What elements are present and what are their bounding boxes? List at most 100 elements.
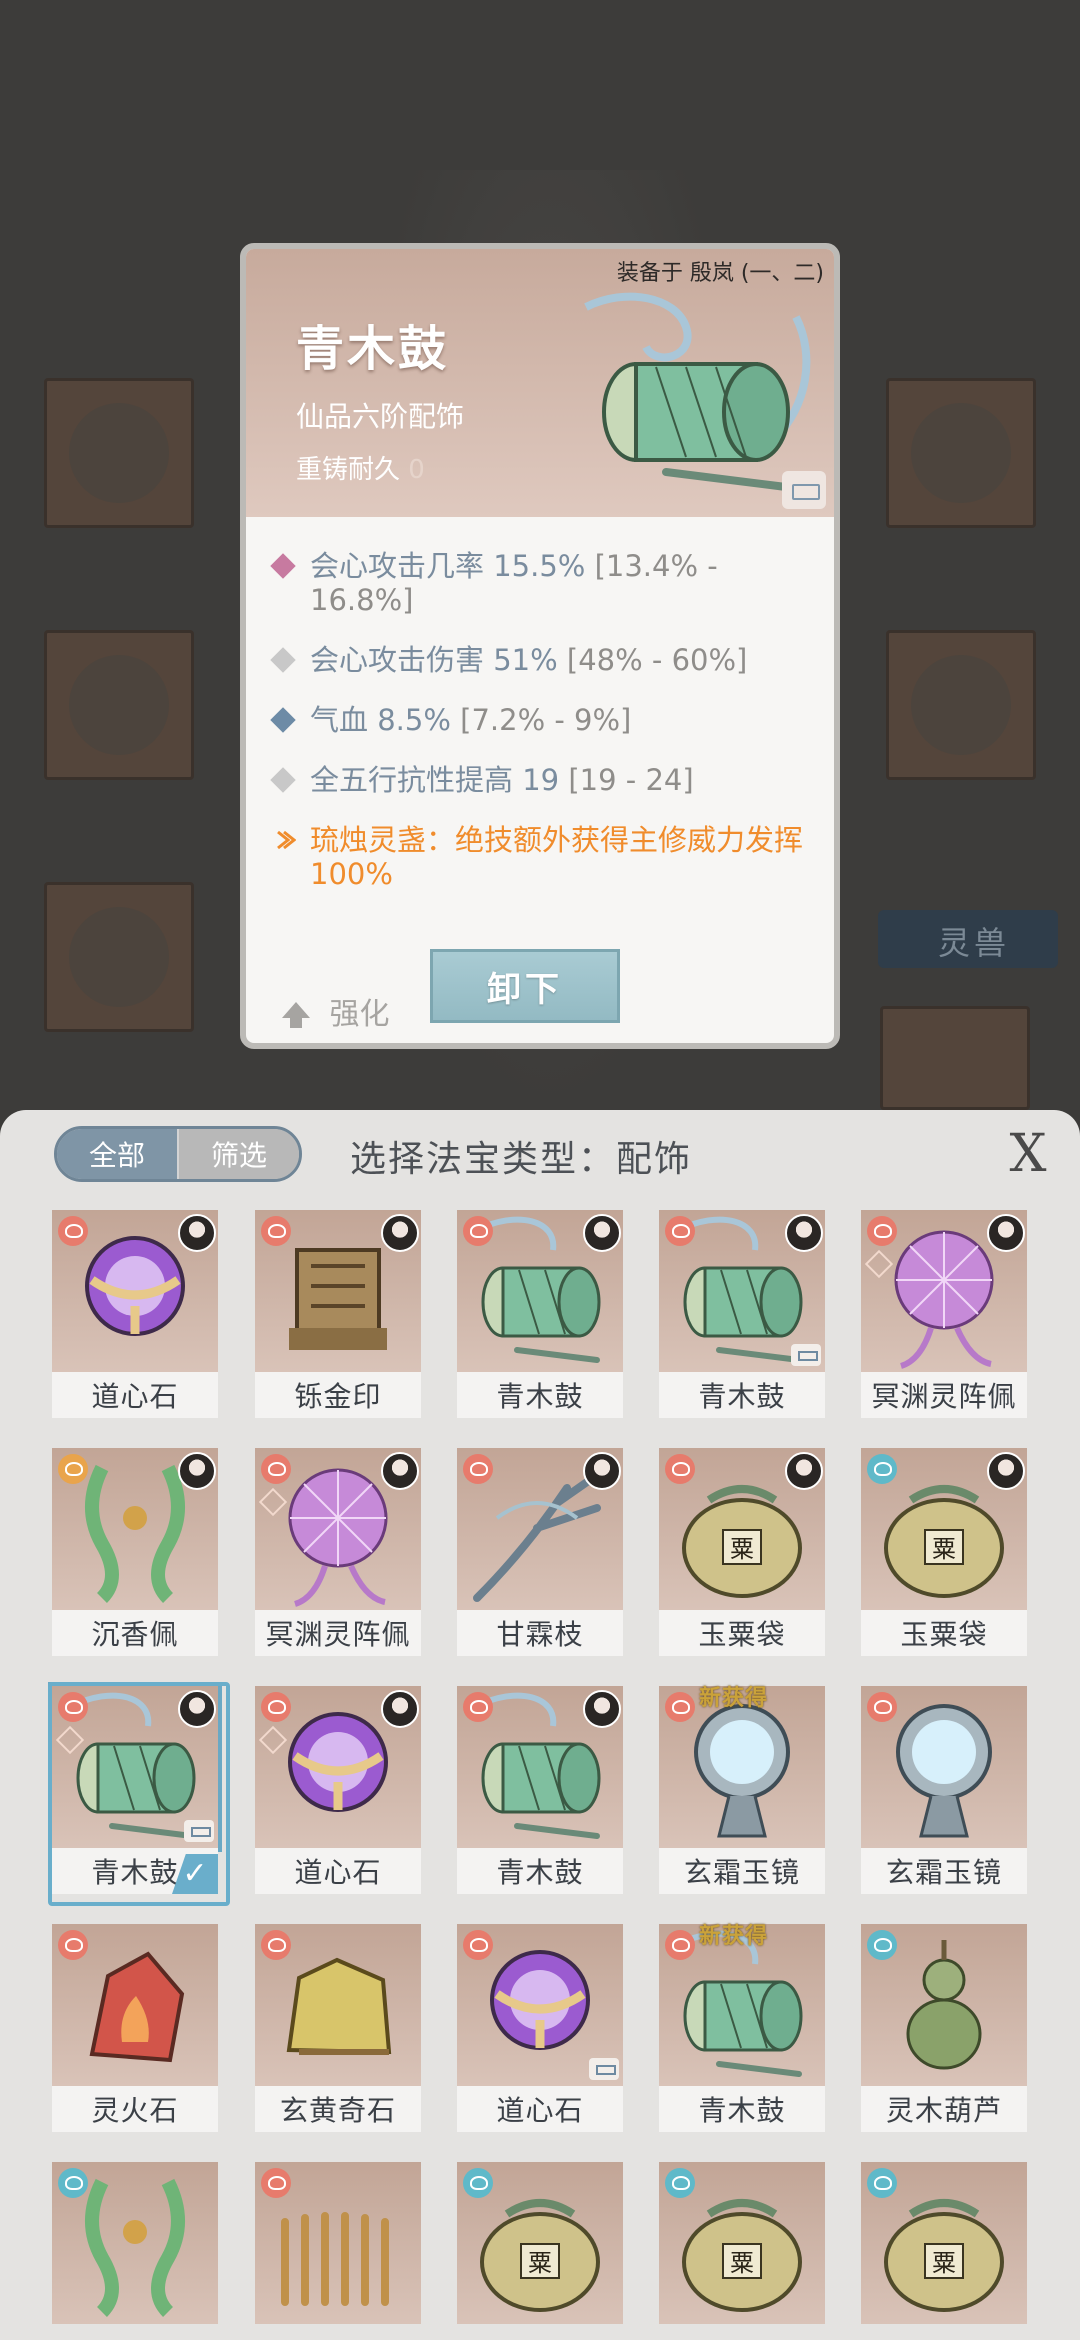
- item-label: 玄霜玉镜: [861, 1848, 1027, 1894]
- owner-avatar: [583, 1690, 621, 1728]
- svg-text:粟: 粟: [932, 1535, 956, 1563]
- item-slot[interactable]: 青木鼓 ✓: [48, 1682, 230, 1906]
- item-slot[interactable]: 粟: [457, 2162, 623, 2340]
- element-icon: [261, 1930, 291, 1960]
- item-label: 青木鼓: [457, 1848, 623, 1894]
- svg-text:粟: 粟: [932, 2249, 956, 2277]
- item-label: 灵木葫芦: [861, 2086, 1027, 2132]
- item-label: 冥渊灵阵佩: [861, 1372, 1027, 1418]
- element-icon: [463, 1692, 493, 1722]
- item-slot[interactable]: 玄霜玉镜: [861, 1686, 1027, 1896]
- item-grade: 仙品六阶配饰: [296, 400, 465, 433]
- diamond-icon: [270, 553, 296, 579]
- equip-slot-weapon[interactable]: [44, 378, 194, 528]
- svg-text:粟: 粟: [730, 2249, 754, 2277]
- item-label: 玄黄奇石: [255, 2086, 421, 2132]
- item-label: 青木鼓: [659, 2086, 825, 2132]
- stat-value: 51%: [493, 643, 558, 677]
- item-label: 灵火石: [52, 2086, 218, 2132]
- item-slot[interactable]: 道心石: [52, 1210, 218, 1420]
- spirit-beast-slot[interactable]: [880, 1006, 1030, 1110]
- item-slot[interactable]: 沉香佩: [52, 1448, 218, 1658]
- item-slot[interactable]: [255, 2162, 421, 2340]
- spirit-beast-tab[interactable]: 灵兽: [878, 910, 1058, 968]
- element-icon: [463, 1454, 493, 1484]
- element-icon: [261, 1692, 291, 1722]
- durability-value: 0: [408, 455, 425, 485]
- strengthen-button[interactable]: 强化: [282, 989, 390, 1033]
- durability-label: 重铸耐久: [296, 455, 401, 485]
- element-icon: [867, 1692, 897, 1722]
- item-grid: 道心石 铄金印 青木鼓 青木鼓 冥渊灵阵佩 沉香佩 冥渊灵阵佩 甘霖枝粟玉粟袋粟玉粟袋 青木鼓 ✓…: [0, 1110, 1080, 2340]
- owner-avatar: [785, 1214, 823, 1252]
- equip-slot-armor[interactable]: [44, 630, 194, 780]
- lock-icon[interactable]: [782, 471, 826, 509]
- owner-avatar: [381, 1214, 419, 1252]
- element-icon: [665, 1216, 695, 1246]
- owner-avatar: [178, 1452, 216, 1490]
- element-icon: [463, 2168, 493, 2198]
- equipped-by-text: 装备于 殷岚 (一、二): [616, 261, 824, 286]
- stat-value: 19: [522, 763, 560, 797]
- owner-avatar: [987, 1214, 1025, 1252]
- item-slot[interactable]: 冥渊灵阵佩: [255, 1448, 421, 1658]
- item-slot[interactable]: 粟玉粟袋: [861, 1448, 1027, 1658]
- item-slot[interactable]: 灵木葫芦: [861, 1924, 1027, 2134]
- special-effect-row: 琉烛灵盏：绝技额外获得主修威力发挥100%: [274, 823, 822, 891]
- owner-avatar: [583, 1452, 621, 1490]
- item-slot[interactable]: 青木鼓: [457, 1210, 623, 1420]
- diamond-icon: [270, 647, 296, 673]
- stat-range: [48% - 60%]: [566, 643, 748, 677]
- item-slot[interactable]: 青木鼓: [659, 1210, 825, 1420]
- item-label: 道心石: [457, 2086, 623, 2132]
- item-slot[interactable]: 玄黄奇石: [255, 1924, 421, 2134]
- item-label: 铄金印: [255, 1372, 421, 1418]
- element-icon: [58, 1692, 88, 1722]
- lock-icon: [589, 2058, 619, 2080]
- equip-slot-boots[interactable]: [44, 882, 194, 1032]
- item-label: 青木鼓: [457, 1372, 623, 1418]
- owner-avatar: [987, 1452, 1025, 1490]
- item-label: 沉香佩: [52, 1610, 218, 1656]
- stat-name: 气血: [310, 703, 369, 737]
- element-icon: [58, 1454, 88, 1484]
- element-icon: [261, 1216, 291, 1246]
- new-badge: 新获得: [699, 1686, 769, 1711]
- stat-range: [19 - 24]: [568, 763, 694, 797]
- strengthen-label: 强化: [329, 997, 390, 1032]
- item-slot[interactable]: 冥渊灵阵佩: [861, 1210, 1027, 1420]
- owner-avatar: [785, 1452, 823, 1490]
- item-slot[interactable]: 粟: [659, 2162, 825, 2340]
- item-header: 装备于 殷岚 (一、二) 青木鼓 仙品六阶配饰 重铸耐久 0: [246, 249, 834, 517]
- item-slot[interactable]: 粟玉粟袋: [659, 1448, 825, 1658]
- stat-list: 会心攻击几率 15.5% [13.4% - 16.8%] 会心攻击伤害 51% …: [270, 549, 822, 917]
- item-slot[interactable]: [52, 2162, 218, 2340]
- item-label: 青木鼓: [659, 1372, 825, 1418]
- item-slot[interactable]: 新获得 青木鼓: [659, 1924, 825, 2134]
- item-slot[interactable]: 道心石: [457, 1924, 623, 2134]
- owner-avatar: [381, 1452, 419, 1490]
- element-icon: [867, 1930, 897, 1960]
- element-icon: [58, 1216, 88, 1246]
- owner-avatar: [178, 1214, 216, 1252]
- upgrade-arrow-icon: [282, 1001, 310, 1028]
- item-name: 青木鼓: [296, 321, 450, 377]
- element-icon: [261, 2168, 291, 2198]
- item-slot[interactable]: 灵火石: [52, 1924, 218, 2134]
- diamond-icon: [270, 767, 296, 793]
- svg-text:粟: 粟: [730, 1535, 754, 1563]
- equip-slot-accessory-2[interactable]: [886, 630, 1036, 780]
- item-label: 冥渊灵阵佩: [255, 1610, 421, 1656]
- item-slot[interactable]: 新获得 玄霜玉镜: [659, 1686, 825, 1896]
- lock-icon: [184, 1820, 214, 1842]
- item-slot[interactable]: 甘霖枝: [457, 1448, 623, 1658]
- item-slot[interactable]: 铄金印: [255, 1210, 421, 1420]
- item-slot[interactable]: 青木鼓: [457, 1686, 623, 1896]
- item-slot[interactable]: 粟: [861, 2162, 1027, 2340]
- item-select-sheet: 全部 筛选 选择法宝类型：配饰 X 道心石 铄金印 青木鼓 青木鼓 冥渊灵阵佩 沉香佩 冥渊…: [0, 1110, 1080, 2340]
- item-slot[interactable]: 道心石: [255, 1686, 421, 1896]
- unequip-button[interactable]: 卸下: [430, 949, 620, 1023]
- drum-artwork: [584, 292, 811, 491]
- stat-name: 会心攻击几率: [310, 549, 485, 583]
- equip-slot-accessory-1[interactable]: [886, 378, 1036, 528]
